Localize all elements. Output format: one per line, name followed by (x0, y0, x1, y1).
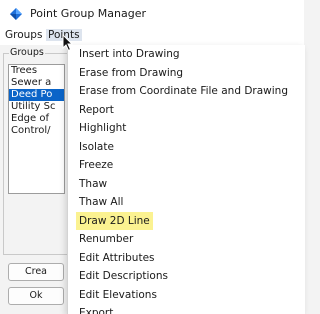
menu-item-edit-attributes[interactable]: Edit Attributes (68, 249, 305, 267)
menu-item-erase-from-drawing[interactable]: Erase from Drawing (68, 64, 305, 82)
group-item-edge-of[interactable]: Edge of (9, 113, 64, 125)
points-dropdown-menu: Insert into Drawing Erase from Drawing E… (67, 45, 305, 314)
menu-item-edit-descriptions[interactable]: Edit Descriptions (68, 267, 305, 285)
menu-bar: Groups Points (0, 28, 304, 45)
title-bar: Point Group Manager (0, 0, 304, 28)
menu-item-edit-elevations[interactable]: Edit Elevations (68, 286, 305, 304)
group-item-deed-points[interactable]: Deed Po (9, 89, 64, 101)
menu-item-label: Report (79, 103, 114, 116)
group-item-utility[interactable]: Utility Sc (9, 101, 64, 113)
menu-item-export[interactable]: Export (68, 304, 305, 314)
menu-item-thaw[interactable]: Thaw (68, 175, 305, 193)
menu-item-label: Thaw (79, 177, 108, 190)
menu-item-label: Freeze (79, 159, 114, 171)
group-item-control[interactable]: Control/ (9, 125, 64, 137)
menu-item-isolate[interactable]: Isolate (68, 138, 305, 156)
app-icon (9, 7, 23, 24)
menu-item-label: Highlight (79, 122, 127, 134)
menu-item-label: Insert into Drawing (79, 48, 180, 60)
create-button[interactable]: Crea (8, 263, 64, 281)
menu-item-label: Renumber (79, 233, 134, 245)
menu-item-label: Export (79, 307, 114, 314)
menu-item-label: Edit Descriptions (79, 270, 168, 282)
menu-item-label: Draw 2D Line (76, 211, 153, 230)
menu-item-draw-2d-line[interactable]: Draw 2D Line (68, 211, 305, 230)
menu-item-renumber[interactable]: Renumber (68, 230, 305, 248)
window-title: Point Group Manager (30, 7, 147, 20)
menu-item-label: Erase from Coordinate File and Drawing (79, 85, 288, 97)
menu-groups[interactable]: Groups (5, 29, 42, 41)
menu-item-label: Isolate (79, 140, 114, 153)
menu-item-label: Edit Attributes (79, 251, 155, 264)
menu-item-thaw-all[interactable]: Thaw All (68, 193, 305, 211)
menu-item-erase-from-coordinate-file[interactable]: Erase from Coordinate File and Drawing (68, 82, 305, 100)
menu-item-label: Edit Elevations (79, 288, 157, 301)
menu-item-highlight[interactable]: Highlight (68, 119, 305, 137)
menu-item-insert-into-drawing[interactable]: Insert into Drawing (68, 45, 305, 63)
groups-list[interactable]: Trees Sewer a Deed Po Utility Sc Edge of… (8, 64, 65, 194)
groups-panel-label: Groups (9, 47, 45, 59)
groups-panel: Groups Trees Sewer a Deed Po Utility Sc … (3, 47, 69, 255)
ok-button[interactable]: Ok (8, 287, 64, 305)
group-item-trees[interactable]: Trees (9, 65, 64, 77)
menu-item-label: Erase from Drawing (79, 66, 184, 79)
menu-item-report[interactable]: Report (68, 101, 305, 119)
menu-item-freeze[interactable]: Freeze (68, 156, 305, 174)
menu-item-label: Thaw All (79, 196, 124, 208)
group-item-sewer[interactable]: Sewer a (9, 77, 64, 89)
mouse-pointer-icon (62, 33, 74, 55)
